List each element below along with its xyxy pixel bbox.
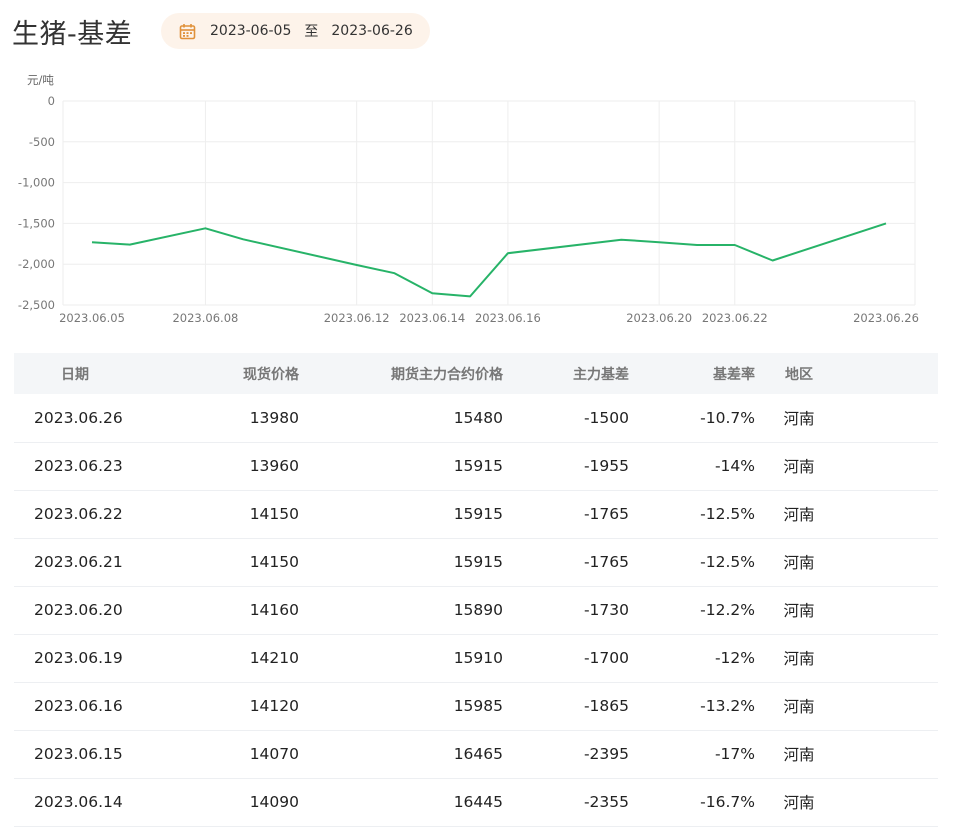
cell-spot: 13980 [181, 394, 299, 442]
cell-rate: -12.5% [629, 538, 755, 586]
cell-spot: 14090 [181, 778, 299, 826]
cell-futures: 15915 [299, 442, 503, 490]
cell-date: 2023.06.20 [14, 586, 181, 634]
date-separator: 至 [304, 21, 318, 41]
header-basis-rate[interactable]: 基差率 [629, 353, 755, 394]
series-line [92, 223, 886, 296]
page-title: 生猪-基差 [12, 12, 132, 51]
y-tick-label: -1,000 [18, 176, 55, 190]
header-basis[interactable]: 主力基差 [503, 353, 629, 394]
cell-basis: -1700 [503, 634, 629, 682]
x-tick-label: 2023.06.12 [324, 311, 390, 325]
cell-futures: 15480 [299, 394, 503, 442]
cell-date: 2023.06.22 [14, 490, 181, 538]
cell-basis: -1765 [503, 538, 629, 586]
table-row: 2023.06.141409016445-2355-16.7%河南 [14, 778, 938, 826]
table-header-row: 日期 现货价格 期货主力合约价格 主力基差 基差率 地区 [14, 353, 938, 394]
cell-region: 河南 [755, 730, 938, 778]
x-tick-label: 2023.06.05 [59, 311, 125, 325]
table-row: 2023.06.211415015915-1765-12.5%河南 [14, 538, 938, 586]
table-row: 2023.06.221415015915-1765-12.5%河南 [14, 490, 938, 538]
calendar-icon [179, 22, 197, 40]
header-date[interactable]: 日期 [14, 353, 181, 394]
cell-date: 2023.06.15 [14, 730, 181, 778]
cell-futures: 15985 [299, 682, 503, 730]
x-tick-label: 2023.06.20 [626, 311, 692, 325]
header-spot-price[interactable]: 现货价格 [181, 353, 299, 394]
table-row: 2023.06.231396015915-1955-14%河南 [14, 442, 938, 490]
table-row: 2023.06.161412015985-1865-13.2%河南 [14, 682, 938, 730]
table-body: 2023.06.261398015480-1500-10.7%河南 2023.0… [14, 394, 938, 826]
cell-date: 2023.06.23 [14, 442, 181, 490]
header-region[interactable]: 地区 [755, 353, 938, 394]
table-row: 2023.06.201416015890-1730-12.2%河南 [14, 586, 938, 634]
cell-basis: -1865 [503, 682, 629, 730]
cell-rate: -14% [629, 442, 755, 490]
cell-spot: 13960 [181, 442, 299, 490]
cell-date: 2023.06.14 [14, 778, 181, 826]
cell-basis: -1955 [503, 442, 629, 490]
x-tick-label: 2023.06.26 [853, 311, 919, 325]
cell-rate: -12% [629, 634, 755, 682]
cell-spot: 14150 [181, 538, 299, 586]
cell-basis: -1500 [503, 394, 629, 442]
start-date[interactable]: 2023-06-05 [210, 23, 291, 39]
y-unit-label: 元/吨 [27, 73, 54, 87]
cell-basis: -1765 [503, 490, 629, 538]
cell-futures: 15890 [299, 586, 503, 634]
cell-date: 2023.06.16 [14, 682, 181, 730]
basis-table: 日期 现货价格 期货主力合约价格 主力基差 基差率 地区 2023.06.261… [14, 353, 938, 827]
cell-rate: -17% [629, 730, 755, 778]
table-row: 2023.06.151407016465-2395-17%河南 [14, 730, 938, 778]
cell-region: 河南 [755, 778, 938, 826]
cell-futures: 16465 [299, 730, 503, 778]
cell-date: 2023.06.19 [14, 634, 181, 682]
table-row: 2023.06.191421015910-1700-12%河南 [14, 634, 938, 682]
chart-svg: 元/吨 0 -500 -1,000 -1,500 -2,000 -2,500 2023.0… [0, 60, 954, 335]
cell-region: 河南 [755, 394, 938, 442]
cell-rate: -16.7% [629, 778, 755, 826]
cell-rate: -10.7% [629, 394, 755, 442]
cell-spot: 14120 [181, 682, 299, 730]
cell-futures: 15910 [299, 634, 503, 682]
cell-basis: -2395 [503, 730, 629, 778]
y-tick-label: -2,500 [18, 298, 55, 312]
cell-date: 2023.06.26 [14, 394, 181, 442]
series-basis [92, 223, 886, 296]
cell-region: 河南 [755, 586, 938, 634]
cell-region: 河南 [755, 490, 938, 538]
cell-futures: 15915 [299, 538, 503, 586]
basis-line-chart: 元/吨 0 -500 -1,000 -1,500 -2,000 -2,500 2023.0… [0, 60, 954, 335]
cell-spot: 14160 [181, 586, 299, 634]
x-tick-label: 2023.06.14 [399, 311, 465, 325]
x-tick-label: 2023.06.22 [702, 311, 768, 325]
y-tick-label: -2,000 [18, 257, 55, 271]
cell-futures: 15915 [299, 490, 503, 538]
date-range-picker[interactable]: 2023-06-05 至 2023-06-26 [161, 13, 430, 49]
x-axis-ticks: 2023.06.05 2023.06.08 2023.06.12 2023.06.14… [59, 311, 919, 325]
cell-rate: -12.2% [629, 586, 755, 634]
cell-region: 河南 [755, 442, 938, 490]
x-tick-label: 2023.06.08 [172, 311, 238, 325]
y-tick-label: -500 [29, 135, 55, 149]
cell-basis: -2355 [503, 778, 629, 826]
cell-rate: -13.2% [629, 682, 755, 730]
cell-basis: -1730 [503, 586, 629, 634]
cell-spot: 14210 [181, 634, 299, 682]
x-tick-label: 2023.06.16 [475, 311, 541, 325]
y-tick-label: 0 [48, 94, 55, 108]
cell-region: 河南 [755, 634, 938, 682]
cell-region: 河南 [755, 538, 938, 586]
y-tick-label: -1,500 [18, 216, 55, 230]
cell-futures: 16445 [299, 778, 503, 826]
cell-spot: 14150 [181, 490, 299, 538]
header-futures-price[interactable]: 期货主力合约价格 [299, 353, 503, 394]
cell-date: 2023.06.21 [14, 538, 181, 586]
cell-spot: 14070 [181, 730, 299, 778]
y-axis-ticks: 0 -500 -1,000 -1,500 -2,000 -2,500 [18, 94, 55, 312]
end-date[interactable]: 2023-06-26 [331, 23, 412, 39]
table-row: 2023.06.261398015480-1500-10.7%河南 [14, 394, 938, 442]
cell-rate: -12.5% [629, 490, 755, 538]
cell-region: 河南 [755, 682, 938, 730]
